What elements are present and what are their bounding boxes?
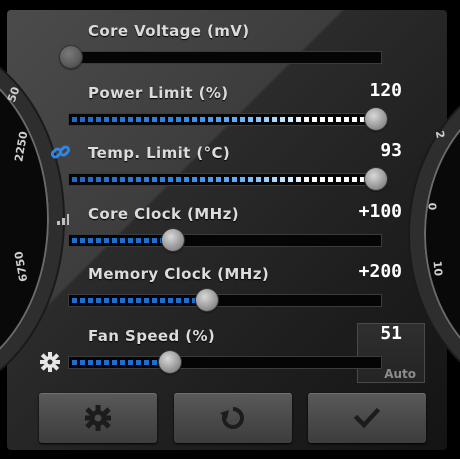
reset-icon	[218, 403, 248, 433]
fan-speed-row: Fan Speed (%) 51	[68, 323, 404, 373]
reset-button[interactable]	[174, 393, 292, 443]
check-icon	[352, 403, 382, 433]
link-icon[interactable]	[50, 141, 72, 167]
right-gauge-label: 0	[425, 202, 439, 211]
power-limit-knob[interactable]	[365, 108, 387, 130]
core-clock-knob[interactable]	[161, 229, 184, 251]
afterburner-window: 50 2250 6750 0 10 2 Core Voltage (mV) Po…	[0, 0, 460, 459]
temp-limit-label: Temp. Limit (°C)	[88, 144, 231, 162]
core-clock-slider[interactable]	[68, 234, 382, 247]
apply-button[interactable]	[308, 393, 426, 443]
temp-limit-slider[interactable]	[68, 173, 382, 186]
memory-clock-value: +200	[358, 261, 402, 282]
temp-limit-row: Temp. Limit (°C) 93	[68, 140, 404, 190]
fan-speed-value: 51	[380, 323, 402, 344]
fan-speed-label: Fan Speed (%)	[88, 327, 216, 345]
fan-gear-icon[interactable]	[39, 351, 61, 377]
temp-limit-knob[interactable]	[365, 168, 387, 190]
core-voltage-label: Core Voltage (mV)	[88, 22, 250, 40]
power-limit-slider[interactable]	[68, 113, 382, 126]
signal-bars-icon	[56, 210, 70, 229]
core-voltage-slider[interactable]	[68, 51, 382, 64]
right-gauge-label: 10	[430, 260, 445, 277]
power-limit-value: 120	[369, 80, 402, 101]
settings-button[interactable]	[39, 393, 157, 443]
memory-clock-knob[interactable]	[195, 289, 218, 311]
core-clock-label: Core Clock (MHz)	[88, 205, 239, 223]
core-voltage-row: Core Voltage (mV)	[60, 22, 404, 68]
memory-clock-label: Memory Clock (MHz)	[88, 265, 270, 283]
memory-clock-row: Memory Clock (MHz) +200	[68, 261, 404, 311]
memory-clock-slider[interactable]	[68, 294, 382, 307]
gear-icon	[83, 403, 113, 433]
core-clock-row: Core Clock (MHz) +100	[68, 201, 404, 251]
fan-speed-knob[interactable]	[158, 351, 181, 373]
power-limit-label: Power Limit (%)	[88, 84, 229, 102]
core-clock-value: +100	[358, 201, 402, 222]
core-voltage-knob[interactable]	[60, 46, 82, 68]
temp-limit-value: 93	[380, 140, 402, 161]
power-limit-row: Power Limit (%) 120	[68, 80, 404, 130]
fan-speed-slider[interactable]	[68, 356, 382, 369]
